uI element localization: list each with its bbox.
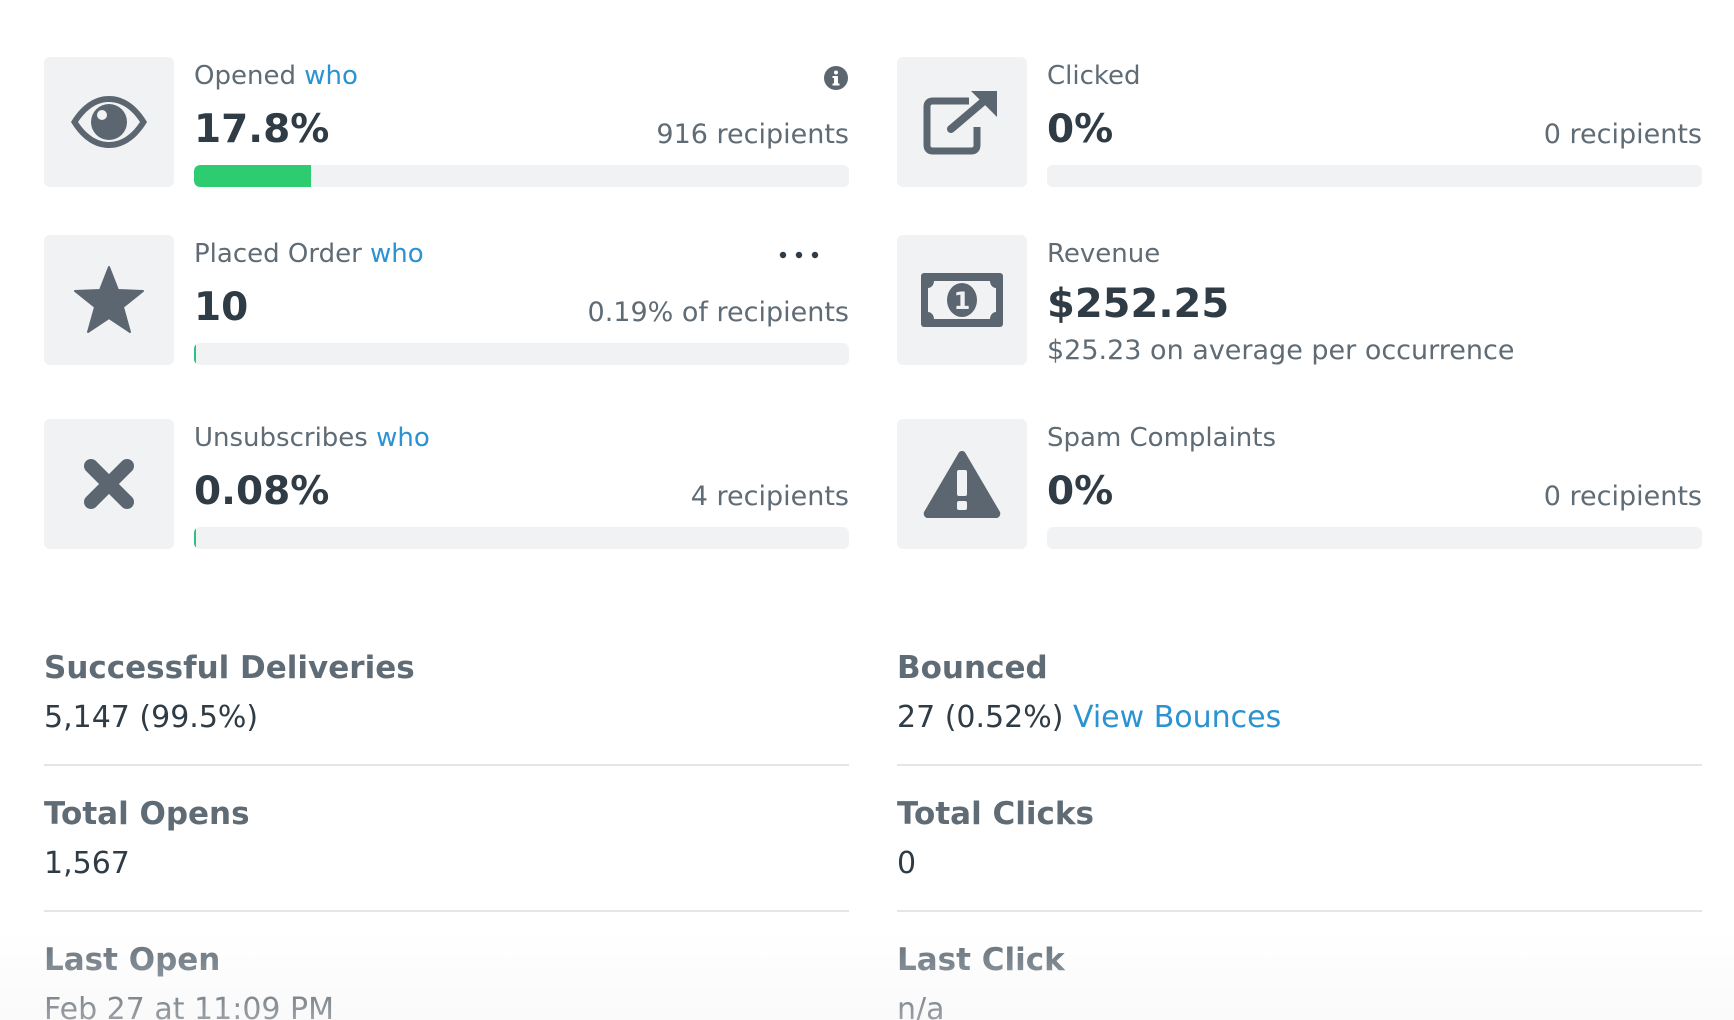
placed-order-progress-fill xyxy=(194,343,197,365)
opened-who-link[interactable]: who xyxy=(304,61,358,91)
money-bill-icon: 1 xyxy=(921,273,1003,327)
metric-spam-complaints: Spam Complaints 0% 0 recipients xyxy=(897,419,1703,549)
unsubscribes-recipients: 4 recipients xyxy=(690,481,849,512)
revenue-icon-tile: 1 xyxy=(897,235,1027,365)
opened-progress-fill xyxy=(194,165,311,187)
revenue-body: Revenue $252.25 $25.23 on average per oc… xyxy=(1047,235,1702,366)
placed-order-label-text: Placed Order xyxy=(194,239,362,269)
opened-body: Opened who 17.8% 916 recipients xyxy=(194,57,849,187)
unsubscribes-label: Unsubscribes who xyxy=(194,423,430,453)
unsubscribes-who-link[interactable]: who xyxy=(376,423,430,453)
view-bounces-link[interactable]: View Bounces xyxy=(1073,700,1281,735)
revenue-average: $25.23 on average per occurrence xyxy=(1047,335,1515,366)
clicked-recipients: 0 recipients xyxy=(1543,119,1702,150)
placed-order-label: Placed Order who xyxy=(194,239,424,269)
clicked-body: Clicked 0% 0 recipients xyxy=(1047,57,1702,187)
placed-order-icon-tile xyxy=(44,235,174,365)
placed-order-percent: 0.19% of recipients xyxy=(587,297,849,328)
spam-recipients: 0 recipients xyxy=(1543,481,1702,512)
successful-deliveries-title: Successful Deliveries xyxy=(44,650,415,686)
divider xyxy=(44,764,849,766)
stat-total-opens: Total Opens 1,567 xyxy=(44,796,849,881)
placed-order-body: Placed Order who 10 0.19% of recipients xyxy=(194,235,849,365)
revenue-value: $252.25 xyxy=(1047,281,1230,327)
bounced-title: Bounced xyxy=(897,650,1048,686)
unsubscribes-value: 0.08% xyxy=(194,469,330,514)
bounced-value-row: 27 (0.52%) View Bounces xyxy=(897,700,1702,735)
campaign-stats-page: Opened who 17.8% 916 recipients Clicked … xyxy=(0,0,1734,1020)
external-link-icon xyxy=(923,91,997,155)
unsubscribes-progress-fill xyxy=(194,527,197,549)
warning-triangle-icon xyxy=(923,451,1001,518)
total-clicks-value: 0 xyxy=(897,846,917,881)
bounced-value: 27 (0.52%) xyxy=(897,700,1064,735)
info-icon[interactable] xyxy=(823,65,849,91)
divider xyxy=(897,764,1702,766)
stat-bounced: Bounced 27 (0.52%) View Bounces xyxy=(897,650,1702,735)
last-open-value: Feb 27 at 11:09 PM xyxy=(44,992,335,1020)
spam-icon-tile xyxy=(897,419,1027,549)
revenue-label: Revenue xyxy=(1047,239,1161,269)
total-opens-title: Total Opens xyxy=(44,796,250,832)
metric-clicked: Clicked 0% 0 recipients xyxy=(897,57,1703,187)
metric-placed-order: Placed Order who 10 0.19% of recipients xyxy=(44,235,850,365)
clicked-progress-bar xyxy=(1047,165,1702,187)
successful-deliveries-value: 5,147 (99.5%) xyxy=(44,700,259,735)
clicked-value: 0% xyxy=(1047,107,1114,152)
spam-progress-bar xyxy=(1047,527,1702,549)
clicked-label: Clicked xyxy=(1047,61,1141,91)
divider xyxy=(44,910,849,912)
opened-progress-bar xyxy=(194,165,849,187)
opened-value: 17.8% xyxy=(194,107,330,152)
opened-label: Opened who xyxy=(194,61,358,91)
spam-body: Spam Complaints 0% 0 recipients xyxy=(1047,419,1702,549)
eye-icon xyxy=(71,96,147,148)
last-click-title: Last Click xyxy=(897,942,1065,978)
svg-text:1: 1 xyxy=(954,287,971,315)
metric-unsubscribes: Unsubscribes who 0.08% 4 recipients xyxy=(44,419,850,549)
more-options-icon[interactable] xyxy=(777,245,821,265)
total-opens-value: 1,567 xyxy=(44,846,130,881)
spam-label: Spam Complaints xyxy=(1047,423,1277,453)
unsubscribes-label-text: Unsubscribes xyxy=(194,423,368,453)
opened-recipients: 916 recipients xyxy=(656,119,849,150)
placed-order-value: 10 xyxy=(194,285,249,330)
unsubscribes-icon-tile xyxy=(44,419,174,549)
close-x-icon xyxy=(84,459,134,509)
placed-order-who-link[interactable]: who xyxy=(370,239,424,269)
stat-total-clicks: Total Clicks 0 xyxy=(897,796,1702,881)
stat-last-click: Last Click n/a xyxy=(897,942,1702,1020)
spam-value: 0% xyxy=(1047,469,1114,514)
stat-last-open: Last Open Feb 27 at 11:09 PM xyxy=(44,942,849,1020)
last-click-value: n/a xyxy=(897,992,945,1020)
unsubscribes-progress-bar xyxy=(194,527,849,549)
divider xyxy=(897,910,1702,912)
last-open-title: Last Open xyxy=(44,942,221,978)
metric-revenue: 1 Revenue $252.25 $25.23 on average per … xyxy=(897,235,1703,366)
placed-order-progress-bar xyxy=(194,343,849,365)
unsubscribes-body: Unsubscribes who 0.08% 4 recipients xyxy=(194,419,849,549)
metric-opened: Opened who 17.8% 916 recipients xyxy=(44,57,850,187)
opened-icon-tile xyxy=(44,57,174,187)
opened-label-text: Opened xyxy=(194,61,296,91)
clicked-icon-tile xyxy=(897,57,1027,187)
total-clicks-title: Total Clicks xyxy=(897,796,1094,832)
stat-successful-deliveries: Successful Deliveries 5,147 (99.5%) xyxy=(44,650,849,735)
star-icon xyxy=(74,266,144,333)
